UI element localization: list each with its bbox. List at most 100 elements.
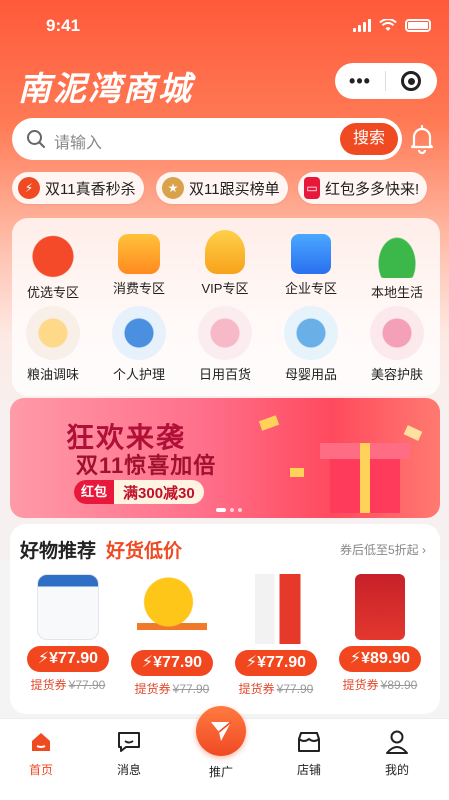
category-label: 企业专区 xyxy=(284,281,337,296)
category-personal-care[interactable]: 个人护理 xyxy=(98,306,180,383)
liquor-bottle-icon xyxy=(241,574,311,644)
category-card: 优选专区 消费专区 VIP专区 企业专区 本地生活 粮油调味 个人护理 日用百货… xyxy=(12,218,440,396)
coupon-label: 提货券 xyxy=(238,682,275,696)
coupon-label: 提货券 xyxy=(30,678,67,692)
original-price: ¥89.90 xyxy=(380,678,418,692)
tab-home[interactable]: 首页 xyxy=(6,729,76,778)
category-label: 美容护肤 xyxy=(370,367,423,382)
banner-tag-right: 满300减30 xyxy=(123,484,195,502)
product-price: ⚡¥89.90 xyxy=(339,646,421,672)
rice-bag-icon xyxy=(355,574,405,640)
original-price: ¥77.90 xyxy=(172,682,210,696)
promote-center-button[interactable] xyxy=(196,706,246,756)
product-card[interactable]: ⚡¥89.90 提货券 ¥89.90 xyxy=(332,574,428,693)
promo-banner[interactable]: 狂欢来袭 双11惊喜加倍 红包 满300减30 xyxy=(10,398,440,518)
category-baby[interactable]: 母婴用品 xyxy=(270,306,352,383)
tab-label: 推广 xyxy=(208,765,233,779)
category-enterprise[interactable]: 企业专区 xyxy=(270,230,352,297)
hand-soap-icon xyxy=(112,306,166,360)
category-beauty[interactable]: 美容护肤 xyxy=(356,306,438,383)
tab-store[interactable]: 店铺 xyxy=(274,729,344,778)
price-value: ¥77.90 xyxy=(49,650,99,667)
coupon-label: 提货券 xyxy=(342,678,379,692)
category-label: 日用百货 xyxy=(198,367,251,382)
signal-icon xyxy=(353,19,371,32)
section-more-link[interactable]: 券后低至5折起 › xyxy=(340,541,426,558)
price-value: ¥77.90 xyxy=(153,654,203,671)
tab-label: 首页 xyxy=(28,763,53,777)
category-label: 消费专区 xyxy=(112,281,165,296)
baby-formula-icon xyxy=(284,306,338,360)
category-youxuan[interactable]: 优选专区 xyxy=(12,230,94,301)
home-icon xyxy=(32,733,50,751)
promo-label: 红包多多快来! xyxy=(325,180,420,198)
brand-logo: 南泥湾商城 xyxy=(18,69,193,108)
category-daily[interactable]: 日用百货 xyxy=(184,306,266,383)
chevron-right-icon: › xyxy=(422,543,426,557)
coupon-label: 提货券 xyxy=(134,682,171,696)
tab-label: 店铺 xyxy=(296,763,321,777)
yuan-wallet-icon xyxy=(118,234,160,274)
section-title: 好物推荐 xyxy=(20,541,97,562)
tea-cup-icon xyxy=(373,230,421,278)
promo-label: 双11跟买榜单 xyxy=(189,180,280,198)
mini-program-capsule[interactable]: ••• xyxy=(335,63,437,99)
product-card[interactable]: ⚡¥77.90 提货券 ¥77.90 xyxy=(228,574,324,697)
promo-ranking[interactable]: ★ 双11跟买榜单 xyxy=(156,172,288,204)
product-coupon: 提货券 ¥77.90 xyxy=(124,680,220,697)
wifi-icon xyxy=(379,19,397,31)
product-price: ⚡¥77.90 xyxy=(235,650,317,676)
category-label: 个人护理 xyxy=(112,367,165,382)
product-card[interactable]: ⚡¥77.90 提货券 ¥77.90 xyxy=(20,574,116,693)
carousel-dots xyxy=(216,508,242,512)
price-value: ¥77.90 xyxy=(257,654,307,671)
product-card[interactable]: ⚡¥77.90 提货券 ¥77.90 xyxy=(124,574,220,697)
target-circle-icon[interactable] xyxy=(386,71,436,91)
product-coupon: 提货券 ¥89.90 xyxy=(332,676,428,693)
product-coupon: 提货券 ¥77.90 xyxy=(228,680,324,697)
category-label: 粮油调味 xyxy=(26,367,79,382)
tab-messages[interactable]: 消息 xyxy=(94,729,164,778)
banner-tag-left: 红包 xyxy=(74,480,115,504)
promo-red-envelope[interactable]: ▭ 红包多多快来! xyxy=(298,172,428,204)
category-vip[interactable]: VIP专区 xyxy=(184,230,266,297)
more-dots-icon[interactable]: ••• xyxy=(335,71,385,92)
recommend-section: 好物推荐 好货低价 券后低至5折起 › ⚡¥77.90 提货券 ¥77.90 ⚡¥… xyxy=(10,524,440,714)
category-label: 母婴用品 xyxy=(284,367,337,382)
rocking-horse-icon xyxy=(137,574,207,644)
alarm-clock-icon xyxy=(29,230,77,278)
search-bar[interactable]: 请输入 搜索 xyxy=(12,118,402,160)
daily-goods-icon xyxy=(198,306,252,360)
tab-label: 我的 xyxy=(384,763,409,777)
status-time: 9:41 xyxy=(46,16,81,35)
status-bar: 9:41 xyxy=(0,14,449,38)
battery-icon xyxy=(405,19,431,32)
promo-row: ⚡ 双11真香秒杀 ★ 双11跟买榜单 ▭ 红包多多快来! xyxy=(12,172,442,206)
original-price: ¥77.90 xyxy=(68,678,106,692)
paper-plane-icon xyxy=(211,721,232,741)
tab-profile[interactable]: 我的 xyxy=(362,729,432,778)
building-icon xyxy=(291,234,331,274)
category-xiaofei[interactable]: 消费专区 xyxy=(98,230,180,297)
promo-flash-sale[interactable]: ⚡ 双11真香秒杀 xyxy=(12,172,144,204)
search-icon xyxy=(27,130,45,148)
bell-icon[interactable] xyxy=(409,124,435,154)
price-value: ¥89.90 xyxy=(361,650,411,667)
search-input[interactable]: 请输入 xyxy=(54,129,102,153)
banner-coupon-tag: 红包 满300减30 xyxy=(74,480,204,504)
skincare-bottle-icon xyxy=(370,306,424,360)
category-label: 本地生活 xyxy=(370,285,423,300)
category-label: 优选专区 xyxy=(26,285,79,300)
gift-box-illustration xyxy=(258,415,423,513)
store-icon xyxy=(298,732,320,752)
search-button[interactable]: 搜索 xyxy=(340,123,398,155)
category-grain-oil[interactable]: 粮油调味 xyxy=(12,306,94,383)
category-local[interactable]: 本地生活 xyxy=(356,230,438,301)
product-price: ⚡¥77.90 xyxy=(27,646,109,672)
promo-label: 双11真香秒杀 xyxy=(45,180,136,198)
lightning-icon: ⚡ xyxy=(18,177,40,199)
message-icon xyxy=(118,732,140,752)
product-price: ⚡¥77.90 xyxy=(131,650,213,676)
category-label: VIP专区 xyxy=(201,281,249,296)
tab-label: 消息 xyxy=(116,763,141,777)
